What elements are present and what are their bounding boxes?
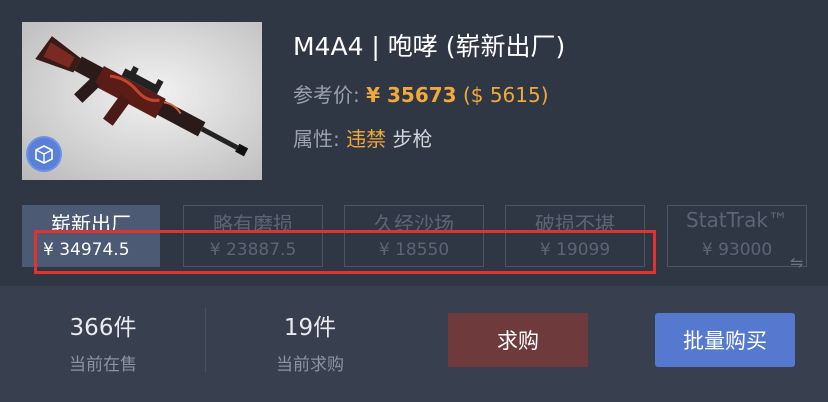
buying-stat[interactable]: 19件 当前求购	[240, 308, 380, 375]
selling-stat[interactable]: 366件 当前在售	[33, 308, 173, 375]
buying-count: 19件	[283, 315, 337, 341]
item-image[interactable]	[22, 22, 262, 180]
item-title: M4A4 | 咆哮 (崭新出厂)	[293, 32, 566, 61]
reference-price-cny: ¥ 35673	[366, 83, 457, 107]
reference-price-usd: ($ 5615)	[462, 83, 549, 107]
buy-order-button[interactable]: 求购	[448, 313, 588, 367]
price-highlight-box	[34, 230, 656, 274]
selling-label: 当前在售	[69, 355, 137, 375]
bulk-buy-button[interactable]: 批量购买	[655, 313, 795, 367]
attribute-label: 属性:	[293, 127, 340, 151]
buying-label: 当前求购	[276, 355, 344, 375]
selling-count: 366件	[69, 315, 137, 341]
swap-icon[interactable]: ⇋	[790, 253, 803, 272]
reference-price-label: 参考价:	[293, 83, 360, 107]
wear-tab-name: StatTrak™	[686, 208, 788, 232]
attribute-weapon-type: 步枪	[392, 127, 433, 151]
wear-tab-stattrak[interactable]: StatTrak™ ¥ 93000	[667, 205, 807, 267]
box-icon	[26, 136, 62, 172]
attribute-contraband: 违禁	[346, 127, 387, 151]
attribute-row: 属性: 违禁 步枪	[293, 123, 432, 152]
wear-tab-price: ¥ 93000	[701, 240, 773, 260]
reference-price-row: 参考价: ¥ 35673 ($ 5615)	[293, 79, 549, 108]
stat-divider	[205, 308, 206, 372]
